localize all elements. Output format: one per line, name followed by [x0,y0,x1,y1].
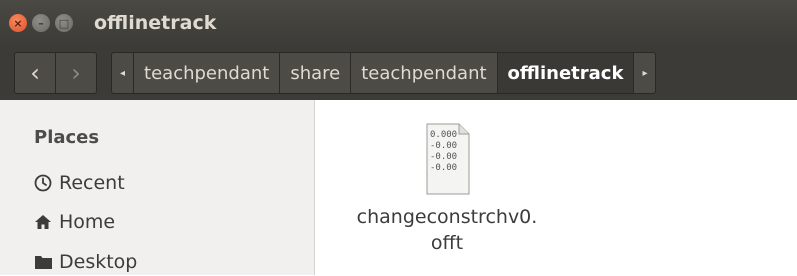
file-preview-line: -0.00 [430,163,458,173]
clock-icon [34,174,54,192]
window-title: offlinetrack [94,12,217,34]
breadcrumb-item[interactable]: teachpendant [351,53,498,93]
minimize-icon: – [38,16,44,30]
text-file-icon: 0.000 -0.00 -0.00 -0.00 [419,122,475,198]
breadcrumb: ◂ teachpendant share teachpendant offlin… [111,52,657,94]
file-view: 0.000 -0.00 -0.00 -0.00 changeconstrchv0… [315,100,797,275]
sidebar-item-desktop[interactable]: Desktop [34,248,137,276]
minimize-window-button[interactable]: – [32,14,50,32]
sidebar-item-label: Home [59,211,116,233]
maximize-window-button[interactable]: □ [55,14,73,32]
breadcrumb-item[interactable]: teachpendant [134,53,281,93]
arrow-left-icon: ◂ [120,67,126,79]
home-icon [34,214,54,230]
history-nav: ‹ › [14,52,97,94]
maximize-icon: □ [58,16,70,30]
sidebar-item-home[interactable]: Home [34,208,115,236]
sidebar-item-recent[interactable]: Recent [34,169,125,197]
file-name-line: changeconstrchv0. [356,206,538,228]
close-window-button[interactable]: × [9,14,27,32]
breadcrumb-item-current[interactable]: offlinetrack [497,53,635,93]
toolbar: ‹ › ◂ teachpendant share teachpendant of… [0,46,797,100]
close-icon: × [13,16,23,30]
folder-icon [34,254,54,270]
breadcrumb-item[interactable]: share [280,53,352,93]
window-controls: × – □ [9,14,78,32]
file-item[interactable]: 0.000 -0.00 -0.00 -0.00 changeconstrchv0… [335,122,559,256]
file-preview-line: -0.00 [430,141,458,151]
breadcrumb-scroll-left-button[interactable]: ◂ [112,53,135,93]
sidebar-item-label: Desktop [59,251,138,273]
file-preview-line: -0.00 [430,152,458,162]
sidebar-item-label: Recent [59,172,125,194]
file-name-line: offt [430,232,464,254]
places-heading: Places [34,127,100,148]
title-bar: × – □ offlinetrack [0,0,797,46]
chevron-left-icon: ‹ [30,59,40,87]
forward-button[interactable]: › [55,53,96,93]
chevron-right-icon: › [71,59,81,87]
file-name: changeconstrchv0. offt [342,204,552,256]
sidebar: Places Recent Home Desktop [0,100,315,275]
file-preview-line: 0.000 [430,130,458,140]
back-button[interactable]: ‹ [15,53,55,93]
arrow-right-icon: ▸ [642,67,648,79]
breadcrumb-scroll-right-button[interactable]: ▸ [634,53,655,93]
